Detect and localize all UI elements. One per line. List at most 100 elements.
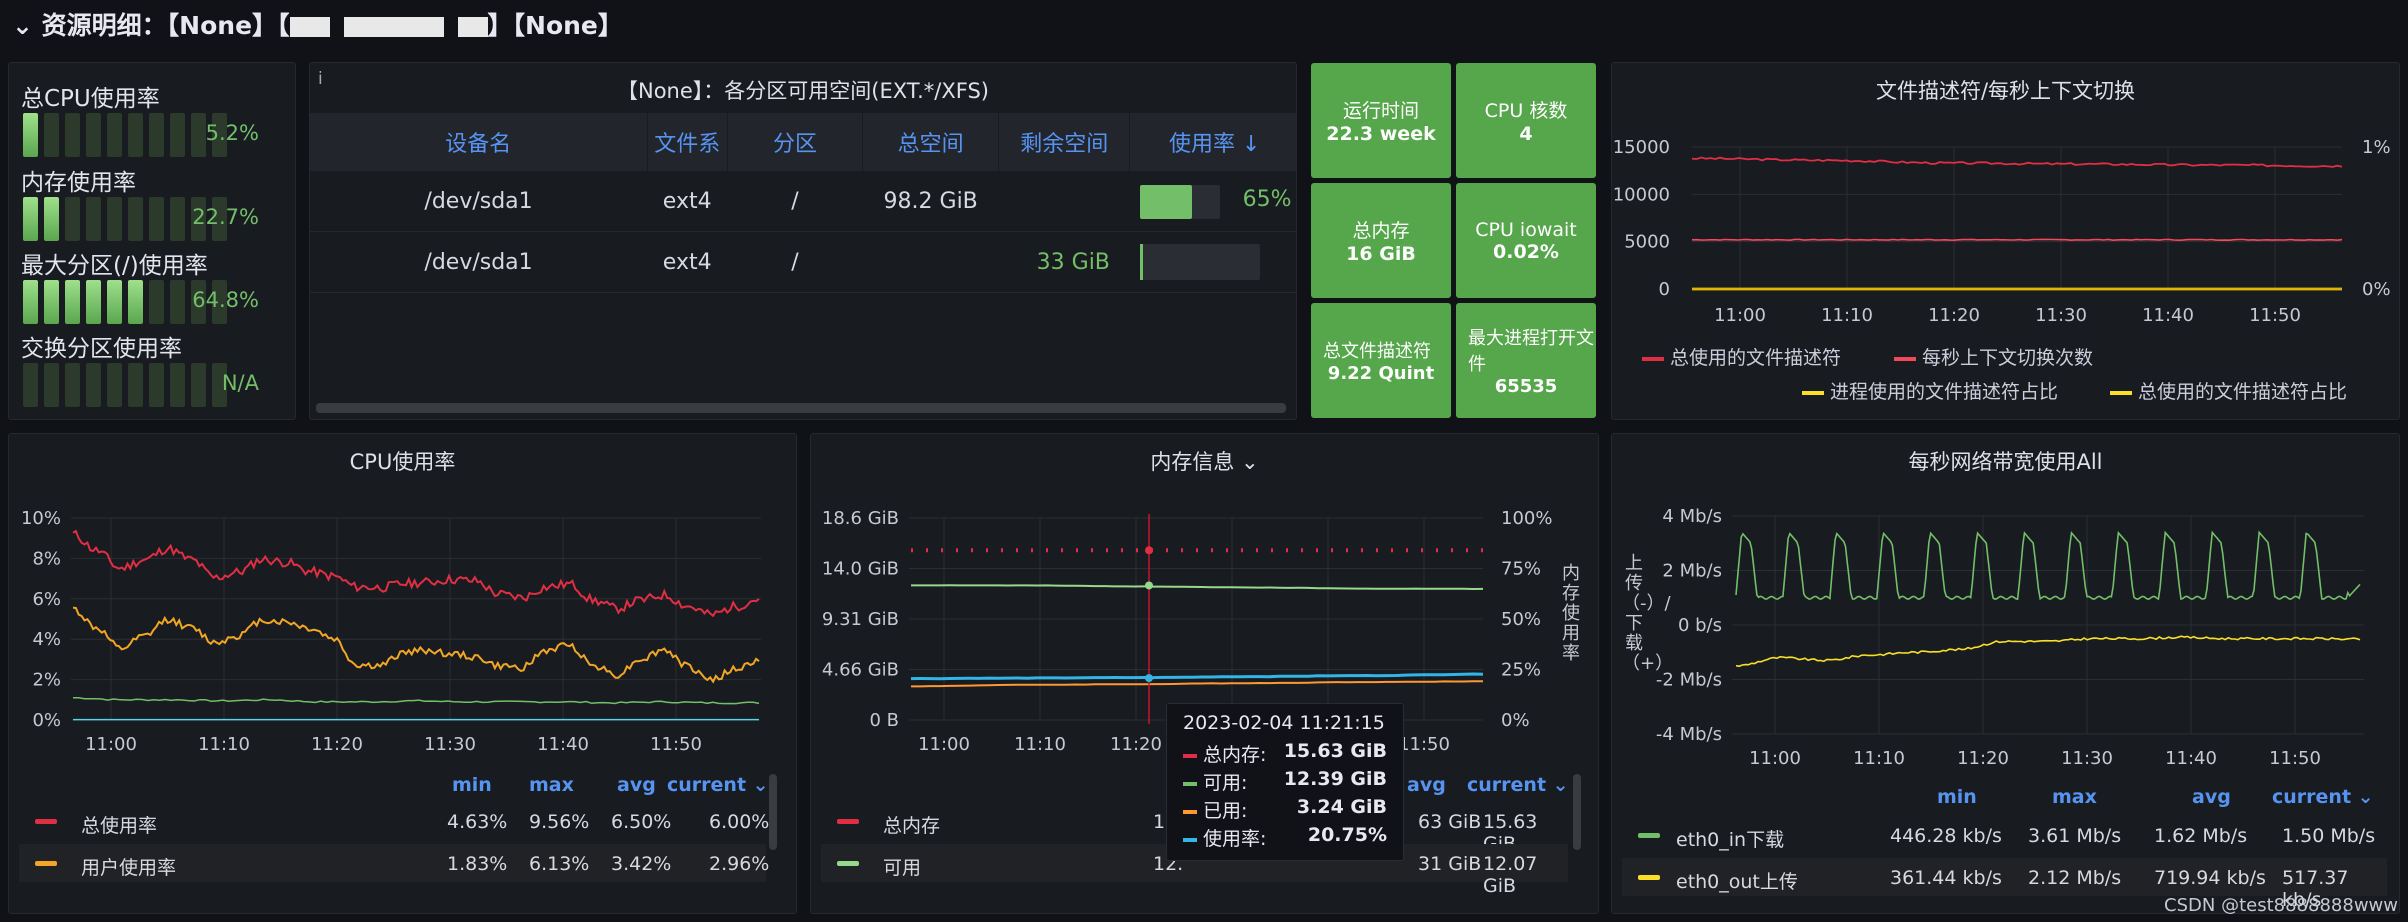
cpu-chart[interactable]: 11:00 11:10 11:20 11:30 11:40 11:50 10% 8% 6% 4% 2… [9,434,797,764]
legend-current: 12.07 GiB [1483,853,1538,897]
gauge-cell [65,113,80,157]
gauge-cell [170,280,185,324]
tooltip-row: 可用: 12.39 GiB [1183,768,1387,796]
gauge-cell [44,363,59,407]
legend-item[interactable]: 每秒上下文切换次数 [1894,343,2093,370]
gauge-label: 内存使用率 [21,170,136,196]
gauge-cell [44,280,59,324]
gauge-cell [23,280,38,324]
y-tick-label: 0 [1659,279,1670,300]
legend-avg: 1.62 Mb/s [2154,825,2248,847]
legend-header-avg[interactable]: avg [617,774,656,796]
y-tick-label: 0% [32,710,61,731]
legend-current: 2.96% [709,853,770,875]
gauge-value: N/A [221,371,259,395]
tooltip-label: 总内存: [1203,744,1267,766]
legend-label: 每秒上下文切换次数 [1922,347,2094,369]
y-tick-label: 0 B [869,710,899,731]
free-cell: 33 GiB [998,231,1130,293]
y2-tick-label: 0% [2362,279,2391,300]
legend-header-avg[interactable]: avg [2192,786,2231,808]
gauge-bar [23,113,227,157]
legend-header-current[interactable]: current ⌄ [1467,774,1569,796]
column-header[interactable]: 设备名 [310,113,648,171]
mount-cell: / [727,231,863,293]
gauge-cell [191,363,206,407]
gauge-label: 交换分区使用率 [21,336,182,362]
legend-row[interactable]: eth0_out上传 361.44 kb/s 2.12 Mb/s 719.94 … [1622,858,2387,911]
tooltip-row: 总内存: 15.63 GiB [1183,740,1387,768]
legend-swatch [837,819,859,824]
legend-name: 用户使用率 [81,857,177,879]
right-axis-label: 内存使用率 [1562,563,1580,664]
y-tick-label: 14.0 GiB [822,559,899,580]
partition-table: 设备名 文件系 分区 总空间 剩余空间 使用率 ↓ /dev/sda1 ext4… [310,113,1296,293]
series-line [911,680,1483,688]
legend-label: 进程使用的文件描述符占比 [1830,381,2059,403]
legend-swatch [1638,833,1660,838]
legend-max: 6.13% [529,853,590,875]
gauge-cell [44,113,59,157]
column-header[interactable]: 文件系 [647,113,728,171]
tooltip-label: 已用: [1203,800,1248,822]
gauge-cell [128,363,143,407]
tooltip-swatch [1183,837,1197,842]
legend-header-avg[interactable]: avg [1407,774,1446,796]
stat-label: 总内存 [1352,220,1410,242]
legend-row[interactable]: 总使用率 4.63% 9.56% 6.50% 6.00% [19,802,769,840]
network-chart[interactable]: 11:00 11:10 11:20 11:30 11:40 11:50 4 Mb/s 2 Mb… [1612,434,2400,774]
cpu-panel: CPU使用率 11:00 11:10 11:20 11:30 11:40 11:50 10%… [8,433,797,914]
legend-item[interactable]: 总使用的文件描述符占比 [2110,377,2347,404]
column-header[interactable]: 分区 [727,113,864,171]
gauge-cell [23,113,38,157]
vertical-scrollbar[interactable] [769,774,777,850]
gauge-cell [86,197,101,241]
legend-item[interactable]: 总使用的文件描述符 [1642,343,1841,370]
tooltip-label: 使用率: [1203,828,1267,850]
stat-label: 运行时间 [1342,100,1419,122]
free-cell [998,171,1130,232]
x-tick-label: 11:40 [2165,748,2217,769]
tooltip-value: 15.63 GiB [1283,740,1387,762]
legend-header-min[interactable]: min [452,774,492,796]
x-tick-label: 11:50 [650,734,702,755]
fd-panel: 文件描述符/每秒上下文切换 11:00 11:10 11:20 11:30 11:40 1… [1611,62,2400,420]
column-header[interactable]: 剩余空间 [998,113,1131,171]
column-header[interactable]: 总空间 [862,113,1000,171]
tooltip-value: 12.39 GiB [1283,768,1387,790]
legend-row[interactable]: eth0_in下载 446.28 kb/s 3.61 Mb/s 1.62 Mb/… [1622,816,2387,854]
tooltip-label: 可用: [1203,772,1248,794]
horizontal-scrollbar[interactable] [316,403,1286,413]
legend-header-min[interactable]: min [1937,786,1977,808]
y-tick-label: 4 Mb/s [1662,506,1722,527]
vertical-scrollbar[interactable] [1573,774,1581,850]
x-tick-label: 11:20 [1957,748,2009,769]
legend-min: 446.28 kb/s [1890,825,2002,847]
row-header[interactable]: ⌄ 资源明细：【None】【 】【None】 [12,6,623,42]
legend-header-current[interactable]: current ⌄ [2272,786,2374,808]
legend-row[interactable]: 用户使用率 1.83% 6.13% 3.42% 2.96% [19,844,770,882]
gauge-label: 最大分区(/)使用率 [21,253,208,279]
legend-header-current[interactable]: current ⌄ [667,774,769,796]
redacted-block [343,17,444,37]
x-tick-label: 11:50 [2269,748,2321,769]
y2-tick-label: 100% [1501,508,1552,529]
gauge-cell [128,113,143,157]
legend-swatch [1802,390,1824,395]
chevron-down-icon[interactable]: ⌄ [12,11,33,40]
y-tick-label: 2 Mb/s [1662,561,1722,582]
y2-tick-label: 0% [1501,710,1530,731]
total-cell: 98.2 GiB [862,171,999,232]
legend-item[interactable]: 进程使用的文件描述符占比 [1802,377,2058,404]
series-line [911,584,1484,591]
legend-header-max[interactable]: max [2052,786,2097,808]
x-tick-label: 11:20 [1110,734,1162,755]
column-header[interactable]: 使用率 ↓ [1129,113,1296,171]
stat-tile: 最大进程打开文件 65535 [1456,303,1596,418]
legend-swatch [35,861,57,866]
stat-value: 0.02% [1493,240,1559,263]
legend-swatch [2110,390,2132,395]
gauge-cell [107,280,122,324]
tooltip-time: 2023-02-04 11:21:15 [1183,712,1385,734]
legend-header-max[interactable]: max [529,774,574,796]
